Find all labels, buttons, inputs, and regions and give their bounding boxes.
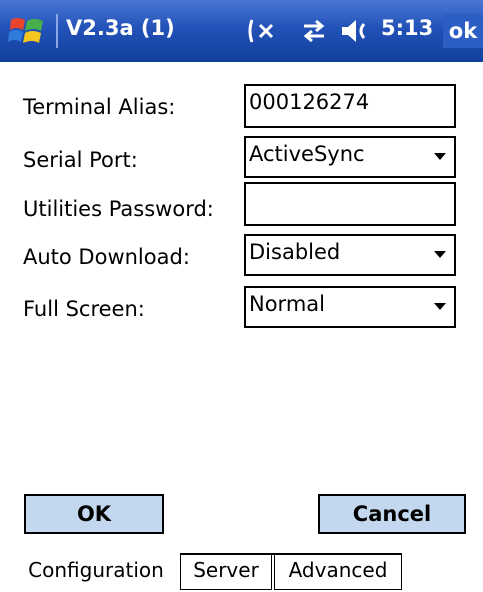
full-screen-label: Full Screen:: [23, 297, 145, 321]
sync-icon[interactable]: [300, 16, 328, 46]
clock[interactable]: 5:13: [381, 16, 433, 40]
utilities-password-label: Utilities Password:: [23, 197, 214, 221]
speaker-icon[interactable]: [340, 16, 376, 46]
ok-button[interactable]: OK: [24, 494, 164, 534]
tab-top-border: [180, 553, 402, 555]
auto-download-label: Auto Download:: [23, 245, 190, 269]
title-separator: [56, 14, 58, 48]
tab-divider: [0, 555, 178, 556]
terminal-alias-label: Terminal Alias:: [23, 95, 176, 119]
full-screen-value: Normal: [249, 292, 325, 316]
active-tab-edge: [0, 553, 180, 554]
terminal-alias-input[interactable]: 000126274: [244, 84, 456, 128]
chevron-down-icon: [434, 303, 446, 310]
tab-server[interactable]: Server: [180, 555, 272, 590]
windows-start-icon[interactable]: [7, 14, 47, 48]
serial-port-value: ActiveSync: [249, 142, 365, 166]
title-bar: V2.3a (1) 5:13 ok: [0, 0, 483, 62]
chevron-down-icon: [434, 153, 446, 160]
serial-port-label: Serial Port:: [23, 148, 138, 172]
full-screen-dropdown[interactable]: Normal: [244, 286, 456, 328]
serial-port-dropdown[interactable]: ActiveSync: [244, 136, 456, 178]
cancel-button[interactable]: Cancel: [318, 494, 466, 534]
no-signal-icon[interactable]: [248, 16, 280, 46]
title-ok-button[interactable]: ok: [443, 14, 483, 48]
tab-advanced[interactable]: Advanced: [274, 555, 402, 590]
chevron-down-icon: [434, 251, 446, 258]
utilities-password-input[interactable]: [244, 182, 456, 226]
auto-download-value: Disabled: [249, 240, 341, 264]
window-title: V2.3a (1): [66, 16, 175, 40]
tab-configuration[interactable]: Configuration: [18, 555, 174, 590]
auto-download-dropdown[interactable]: Disabled: [244, 234, 456, 276]
